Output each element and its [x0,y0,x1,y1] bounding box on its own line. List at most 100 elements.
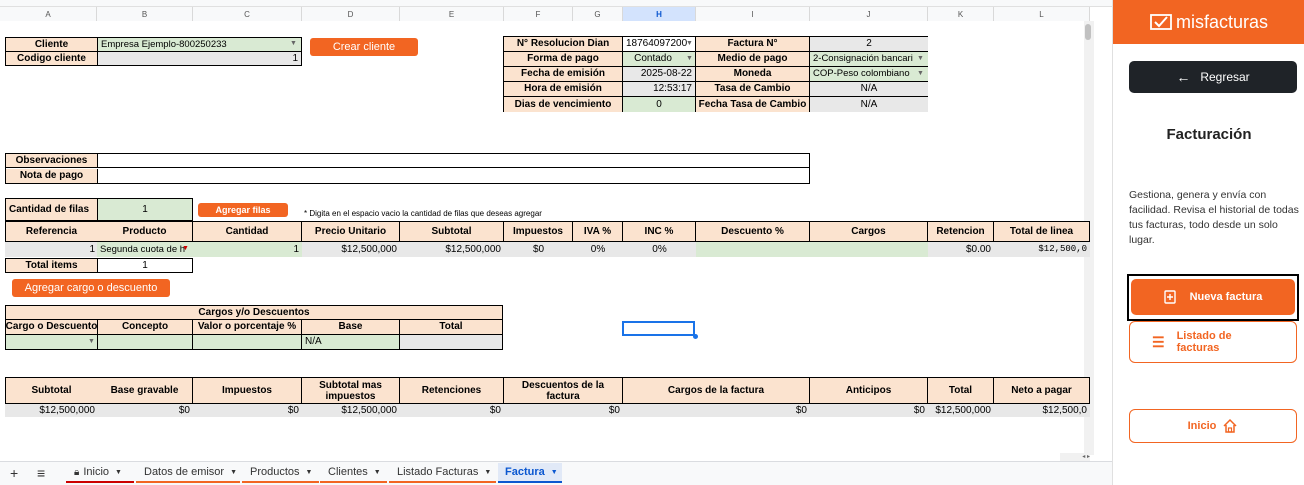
item-cell-iva: 0% [573,242,623,257]
column-header-f[interactable]: F [504,7,573,21]
charges-cell-concepto[interactable] [98,335,193,349]
new-document-icon [1163,290,1176,304]
charges-cell-base: N/A [302,335,400,349]
nota-pago-input[interactable] [98,169,809,183]
moneda-dropdown-icon[interactable]: ▼ [917,70,924,77]
formula-bar-edge [0,0,1112,7]
tab-productos-label: Productos [250,466,300,478]
medio-pago-select[interactable]: 2-Consignación bancari [810,52,928,67]
item-cell-retencion: $0.00 [928,242,994,257]
agregar-cargo-button[interactable]: Agregar cargo o descuento [12,279,170,297]
brand-name: misfacturas [1175,11,1269,32]
regresar-button[interactable]: ← Regresar [1129,61,1297,93]
totals-value-base: $0 [97,404,193,417]
tab-factura-label: Factura [505,466,545,478]
items-header-cargos: Cargos [810,222,928,242]
chevron-down-icon: ▼ [484,468,492,476]
column-header-l[interactable]: L [994,7,1090,21]
fecha-tasa-label: Fecha Tasa de Cambio [696,97,810,112]
totals-header-base: Base gravable [97,378,193,404]
tab-listado-facturas[interactable]: Listado Facturas ▼ [389,463,496,483]
column-header-e[interactable]: E [400,7,504,21]
column-header-k[interactable]: K [928,7,994,21]
tab-inicio[interactable]: 🔒︎ Inicio ▼ [66,463,134,483]
chevron-down-icon: ▼ [230,468,238,476]
cantidad-filas-input[interactable]: 1 [97,198,193,221]
vertical-scrollbar-thumb[interactable] [1085,24,1091,40]
items-header-cantidad: Cantidad [193,222,302,242]
items-header-descuento: Descuento % [696,222,810,242]
column-header-d[interactable]: D [302,7,400,21]
column-header-c[interactable]: C [193,7,302,21]
column-header-j[interactable]: J [810,7,928,21]
selected-cell[interactable] [622,321,695,336]
column-header-b[interactable]: B [97,7,193,21]
all-sheets-button[interactable]: ≡ [37,463,45,483]
charges-tipo-dropdown-icon[interactable]: ▼ [88,338,95,345]
codigo-cliente-label: Codigo cliente [5,51,98,66]
totals-value-descuentos: $0 [504,404,623,417]
forma-pago-dropdown-icon[interactable]: ▼ [686,55,693,62]
item-cell-cantidad[interactable]: 1 [193,242,302,257]
fill-handle[interactable] [693,334,698,339]
totals-value-anticipos: $0 [810,404,928,417]
fecha-emision-label: Fecha de emisión [504,67,623,82]
tab-clientes[interactable]: Clientes ▼ [320,463,387,483]
charges-cell-tipo[interactable] [6,335,98,349]
inicio-button[interactable]: Inicio [1129,409,1297,443]
tab-datos-emisor[interactable]: Datos de emisor ▼ [136,463,240,483]
cliente-dropdown-icon[interactable]: ▼ [290,40,297,47]
totals-header-subtotal-impuestos: Subtotal mas impuestos [302,378,400,404]
panel-header: misfacturas [1113,0,1304,44]
charges-header-tipo: Cargo o Descuento [6,320,98,335]
totals-header-subtotal: Subtotal [5,378,98,404]
totals-header-cargos: Cargos de la factura [623,378,810,404]
item-cell-descuento[interactable] [696,242,810,257]
add-sheet-button[interactable]: + [10,463,18,483]
resolucion-dropdown-icon[interactable]: ▼ [686,40,693,47]
horizontal-scroll-arrows[interactable]: ◂ ▸ [1060,453,1090,461]
charges-header-concepto: Concepto [98,320,193,335]
resolucion-label: N° Resolucion Dian [504,37,623,52]
codigo-cliente-value: 1 [97,51,302,66]
charges-cell-valor[interactable] [193,335,302,349]
tasa-cambio-label: Tasa de Cambio [696,82,810,97]
dias-vencimiento-input[interactable]: 0 [623,97,696,112]
item-cell-total-linea: $12,500,0 [994,242,1090,257]
totals-value-subtotal-impuestos: $12,500,000 [302,404,400,417]
listado-facturas-button[interactable]: ☰ Listado de facturas [1129,321,1297,363]
nueva-factura-button[interactable]: Nueva factura [1131,279,1295,315]
producto-dropdown-icon[interactable]: ▼ [182,245,189,252]
listado-facturas-label: Listado de facturas [1176,330,1232,354]
spreadsheet: A B C D E F G H I J K L ◂ ▸ Cliente Empr… [0,0,1112,485]
agregar-filas-hint: * Digita en el espacio vacio la cantidad… [304,209,542,218]
agregar-filas-button[interactable]: Agregar filas [198,203,288,217]
hora-emision-value: 12:53:17 [623,82,696,97]
panel-description: Gestiona, genera y envía con facilidad. … [1129,189,1299,246]
items-header-total-linea: Total de linea [994,222,1090,242]
list-icon: ☰ [1152,333,1165,350]
item-cell-cargos[interactable] [810,242,928,257]
medio-pago-dropdown-icon[interactable]: ▼ [917,55,924,62]
moneda-select[interactable]: COP-Peso colombiano [810,67,928,82]
items-header-iva: IVA % [573,222,623,242]
item-cell-producto[interactable]: Segunda cuota de h [97,242,193,257]
column-header-g[interactable]: G [573,7,623,21]
totals-header-total: Total [928,378,994,404]
charges-title: Cargos y/o Descuentos [6,306,502,320]
totals-value-neto: $12,500,0 [994,404,1090,417]
tab-productos[interactable]: Productos ▼ [242,463,319,483]
total-items-label: Total items [5,258,98,273]
dias-vencimiento-label: Dias de vencimiento [504,97,623,112]
inicio-label: Inicio [1187,420,1217,432]
crear-cliente-button[interactable]: Crear cliente [310,38,418,56]
column-header-a[interactable]: A [0,7,97,21]
cliente-select[interactable]: Empresa Ejemplo-800250233 [97,37,302,52]
lock-icon: 🔒︎ [74,466,80,478]
tab-factura[interactable]: Factura ▼ [498,463,562,483]
column-header-i[interactable]: I [696,7,810,21]
panel-title: Facturación [1166,126,1252,143]
column-header-h[interactable]: H [623,7,696,21]
total-items-value: 1 [97,258,193,273]
observaciones-input[interactable] [98,154,809,168]
